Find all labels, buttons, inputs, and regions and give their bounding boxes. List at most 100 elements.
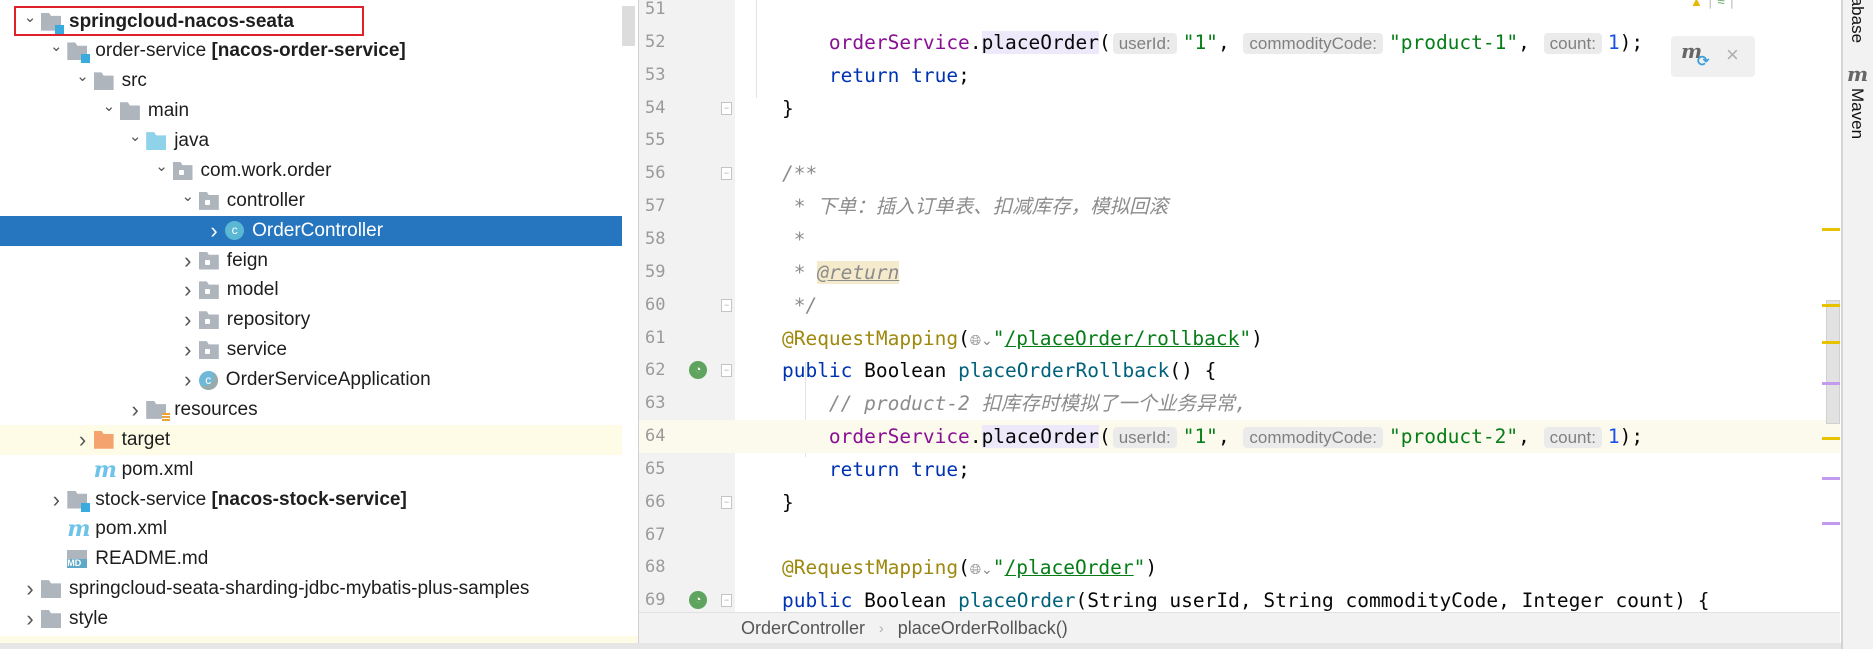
info-marker[interactable] — [1822, 522, 1840, 525]
code-line[interactable]: 62 ◔ − public Boolean placeOrderRollback()… — [639, 354, 1840, 387]
tree-item[interactable]: › repository — [0, 305, 622, 335]
warning-marker[interactable] — [1822, 341, 1840, 344]
maven-reload-popup[interactable]: m ⟳ × — [1671, 36, 1755, 77]
reload-icon[interactable]: ⟳ — [1697, 52, 1710, 70]
warning-marker[interactable] — [1822, 304, 1840, 307]
info-marker[interactable] — [1822, 477, 1840, 480]
tree-item[interactable]: › stock-service [nacos-stock-service] — [0, 485, 622, 515]
web-endpoint-icon[interactable]: 🌐︎⌄ — [970, 333, 993, 349]
chevron-down-icon[interactable]: ⌄ — [72, 67, 94, 85]
endpoint-icon[interactable]: ◔ — [689, 591, 707, 610]
fold-start-icon[interactable]: − — [721, 364, 732, 378]
fold-start-icon[interactable]: − — [721, 167, 732, 181]
line-number[interactable]: 62 — [645, 354, 685, 387]
chevron-right-icon[interactable]: › — [19, 606, 41, 632]
code-token[interactable]: /placeOrder/rollback — [1005, 327, 1240, 350]
fold-end-icon[interactable]: − — [721, 101, 732, 115]
code-line[interactable]: 63 // product-2 扣库存时模拟了一个业务异常, — [639, 387, 1840, 420]
tree-scrollbar[interactable] — [622, 6, 635, 46]
line-number[interactable]: 57 — [645, 190, 685, 223]
code-line[interactable]: 59 * @return — [639, 256, 1840, 289]
tree-item[interactable]: › target — [0, 424, 622, 455]
info-marker[interactable] — [1822, 382, 1840, 385]
line-number[interactable]: 53 — [645, 59, 685, 92]
line-number[interactable]: 60 — [645, 289, 685, 322]
line-number[interactable]: 61 — [645, 322, 685, 355]
maven-icon[interactable]: m — [1847, 62, 1868, 86]
chevron-down-icon[interactable]: ⌄ — [45, 37, 67, 55]
code-line[interactable]: 57 * 下单：插入订单表、扣减库存，模拟回滚 — [639, 190, 1840, 223]
tree-item[interactable]: › c OrderServiceApplication — [0, 365, 622, 395]
code-line[interactable]: 54 − } — [639, 92, 1840, 125]
chevron-right-icon[interactable]: › — [177, 277, 199, 303]
code-line[interactable]: 60 − */ — [639, 289, 1840, 322]
fold-end-icon[interactable]: − — [721, 298, 732, 312]
chevron-right-icon[interactable]: › — [45, 487, 67, 513]
tree-item[interactable]: m pom.xml — [0, 514, 622, 544]
code-line[interactable]: 56 − /** — [639, 157, 1840, 190]
code-line[interactable]: 55 — [639, 124, 1840, 157]
line-number[interactable]: 63 — [645, 387, 685, 420]
tree-item[interactable]: ⌄ controller — [0, 186, 622, 216]
fold-end-icon[interactable]: − — [721, 495, 732, 509]
warning-marker[interactable] — [1822, 228, 1840, 231]
database-tool-button[interactable]: tabase — [1847, 0, 1867, 43]
tree-item[interactable]: MD README.md — [0, 544, 622, 574]
code-line[interactable]: 52 orderService.placeOrder(userId: "1", c… — [639, 26, 1840, 59]
editor-scrollbar[interactable] — [1826, 300, 1840, 424]
line-number[interactable]: 67 — [645, 519, 685, 552]
chevron-right-icon[interactable]: › — [19, 576, 41, 602]
chevron-down-icon[interactable]: ⌄ — [177, 187, 199, 205]
code-line[interactable]: 67 — [639, 519, 1840, 552]
tree-item[interactable]: m pom.xml — [0, 455, 622, 485]
chevron-right-icon[interactable]: › — [72, 427, 94, 453]
tree-item[interactable]: › style — [0, 604, 622, 634]
chevron-right-icon[interactable]: › — [203, 218, 225, 244]
maven-tool-button[interactable]: Maven — [1847, 88, 1867, 139]
tree-item[interactable]: › model — [0, 275, 622, 305]
chevron-right-icon[interactable]: › — [177, 337, 199, 363]
code-line[interactable]: 66 − } — [639, 486, 1840, 519]
code-line[interactable]: 64 orderService.placeOrder(userId: "1", c… — [639, 420, 1840, 454]
chevron-down-icon[interactable]: ⌄ — [98, 97, 120, 115]
chevron-right-icon[interactable]: › — [124, 397, 146, 423]
breadcrumb-method[interactable]: placeOrderRollback() — [898, 618, 1068, 639]
web-endpoint-icon[interactable]: 🌐︎⌄ — [970, 562, 993, 578]
close-icon[interactable]: × — [1726, 42, 1739, 68]
code-line[interactable]: 58 * — [639, 223, 1840, 256]
code-token[interactable]: /placeOrder — [1005, 556, 1134, 579]
breadcrumb-class[interactable]: OrderController — [741, 618, 865, 639]
chevron-down-icon[interactable]: ⌄ — [151, 157, 173, 175]
chevron-down-icon[interactable]: ⌄ — [124, 127, 146, 145]
line-number[interactable]: 64 — [645, 420, 685, 453]
line-number[interactable]: 58 — [645, 223, 685, 256]
line-number[interactable]: 59 — [645, 256, 685, 289]
line-number[interactable]: 65 — [645, 453, 685, 486]
fold-start-icon[interactable]: − — [721, 594, 732, 608]
code-line[interactable]: 69 ◔ − public Boolean placeOrder(String us… — [639, 584, 1840, 612]
tree-item[interactable]: ⌄ com.work.order — [0, 156, 622, 186]
line-number[interactable]: 66 — [645, 486, 685, 519]
tree-item[interactable]: › resources — [0, 395, 622, 425]
tree-item[interactable]: ⌄ java — [0, 126, 622, 156]
line-number[interactable]: 68 — [645, 551, 685, 584]
line-number[interactable]: 51 — [645, 0, 685, 26]
code-line[interactable]: 61 @RequestMapping(🌐︎⌄"/placeOrder/rollb… — [639, 322, 1840, 355]
tree-item[interactable]: ⌄ src — [0, 66, 622, 96]
code-editor[interactable]: 51 52 orderService.placeOrder(userId: "1",… — [639, 0, 1840, 612]
tree-item[interactable]: › feign — [0, 246, 622, 276]
chevron-right-icon[interactable]: › — [177, 367, 199, 393]
warning-marker[interactable] — [1822, 437, 1840, 440]
chevron-right-icon[interactable]: › — [177, 248, 199, 274]
line-number[interactable]: 56 — [645, 157, 685, 190]
tree-item[interactable]: › c OrderController — [0, 215, 622, 246]
code-line[interactable]: 51 — [639, 0, 1840, 26]
tree-item[interactable]: ⌄ order-service [nacos-order-service] — [0, 36, 622, 66]
tree-item[interactable]: ⌄ main — [0, 96, 622, 126]
tree-item[interactable]: › service — [0, 335, 622, 365]
inspection-widget[interactable]: ▲ ⏐ ≈ ⏐ — [1690, 0, 1736, 10]
code-line[interactable]: 65 return true; — [639, 453, 1840, 486]
line-number[interactable]: 69 — [645, 584, 685, 612]
line-number[interactable]: 52 — [645, 26, 685, 59]
endpoint-icon[interactable]: ◔ — [689, 361, 707, 380]
